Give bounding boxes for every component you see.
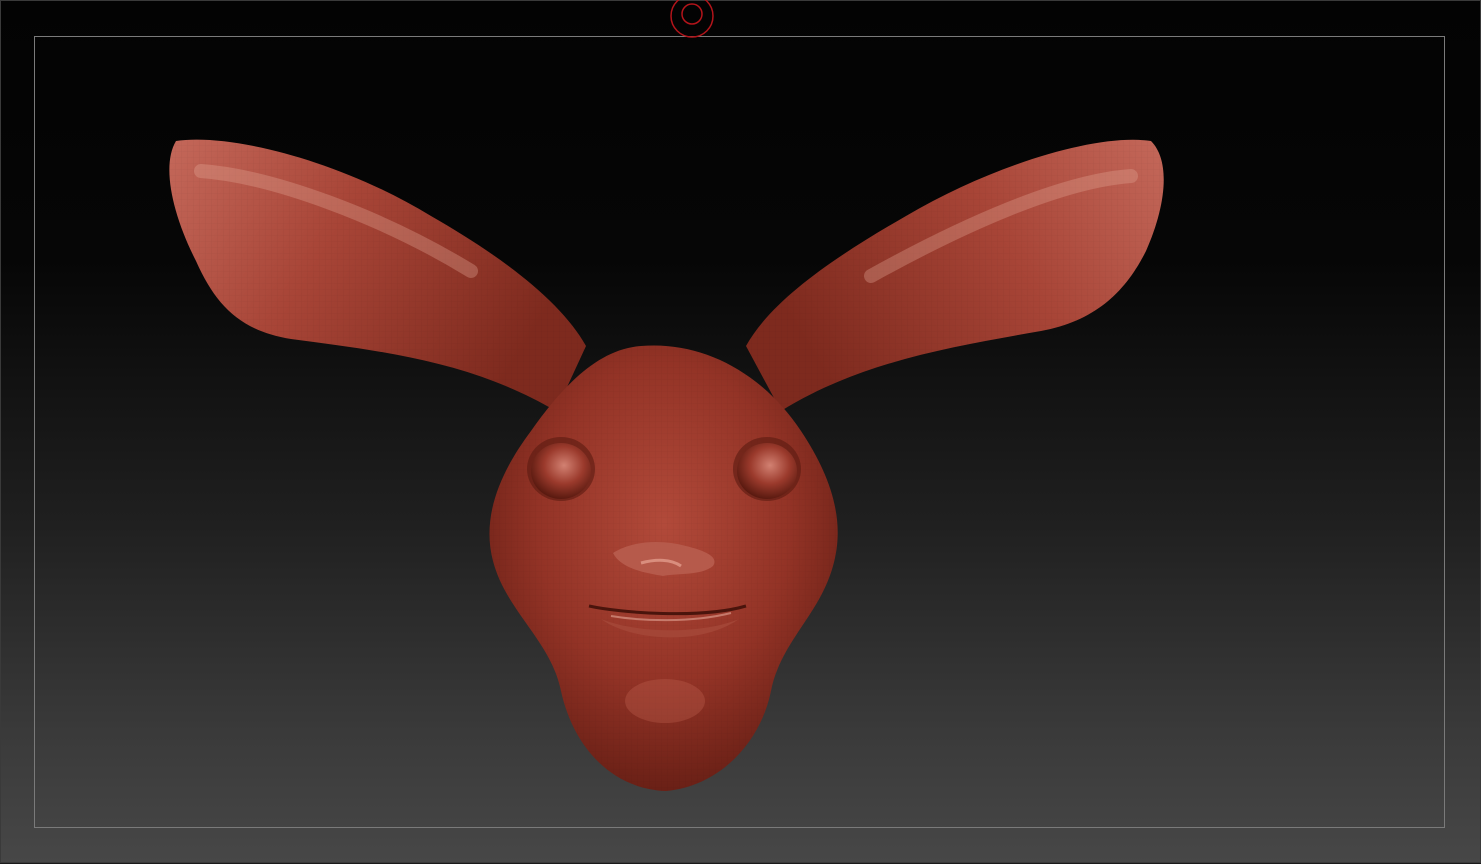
right-ear xyxy=(746,139,1164,411)
left-ear xyxy=(169,139,586,411)
rabbit-head-sculpt[interactable] xyxy=(1,1,1481,864)
chin xyxy=(625,679,705,723)
right-eye xyxy=(733,437,801,501)
left-eye xyxy=(527,437,595,501)
canvas-viewport[interactable] xyxy=(0,0,1481,863)
